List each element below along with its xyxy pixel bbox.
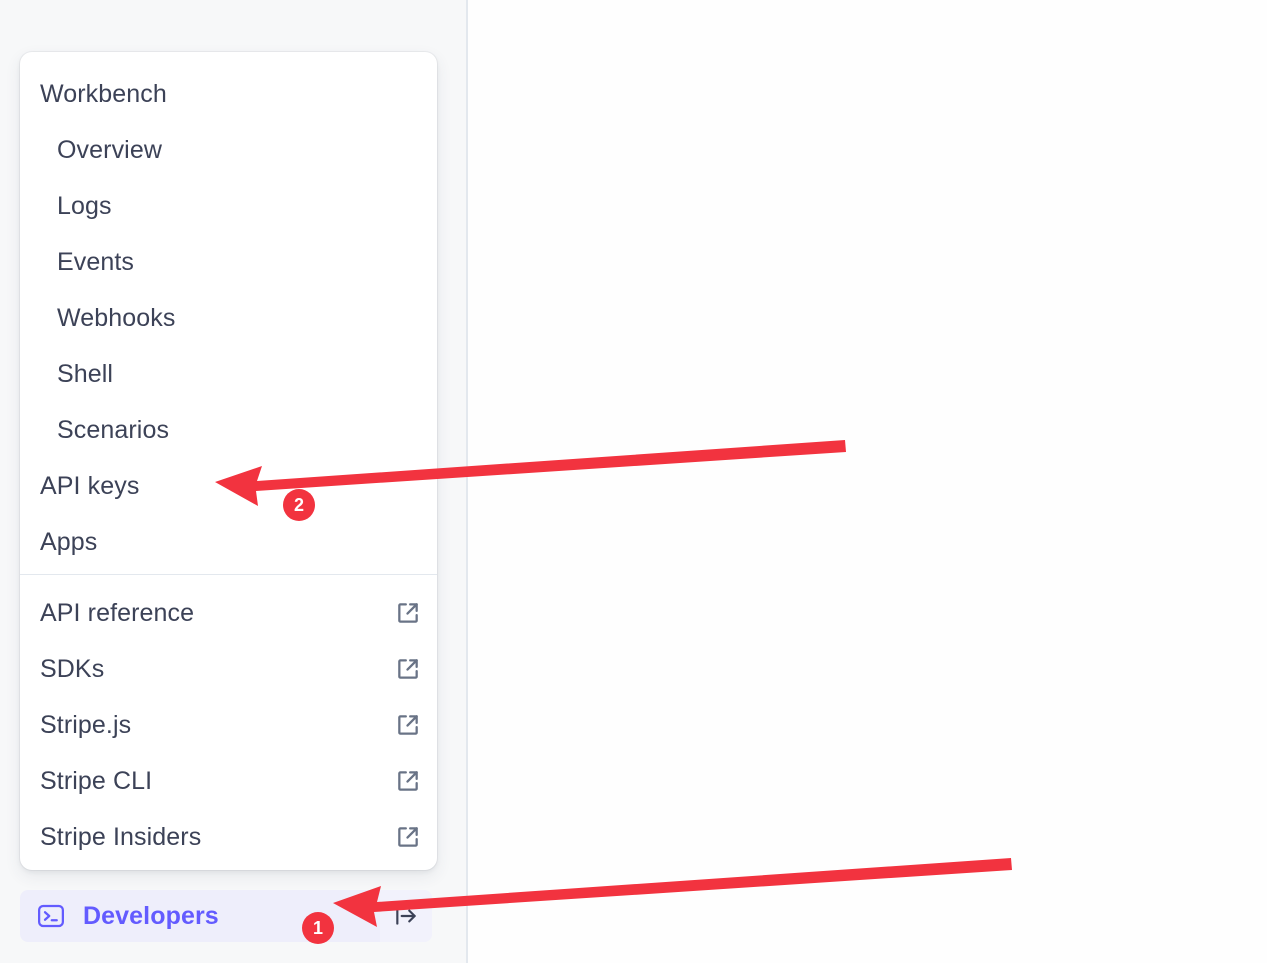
menu-item-label: Stripe CLI	[40, 766, 153, 795]
menu-item-sdks[interactable]: SDKs	[20, 641, 437, 697]
menu-item-label: Events	[57, 247, 135, 276]
external-link-icon	[395, 768, 421, 794]
menu-item-label: Apps	[40, 527, 98, 556]
external-link-icon	[395, 600, 421, 626]
external-link-icon	[395, 656, 421, 682]
arrow-right-from-line-icon	[393, 903, 419, 929]
menu-item-events[interactable]: Events	[20, 234, 437, 290]
menu-item-api-keys[interactable]: API keys	[20, 458, 437, 514]
workbench-section: Workbench Overview Logs Events Webhooks …	[20, 52, 437, 570]
resources-section: API reference SDKs Stripe.js Stripe CLI …	[20, 575, 437, 865]
menu-item-shell[interactable]: Shell	[20, 346, 437, 402]
menu-item-label: Stripe Insiders	[40, 822, 202, 851]
collapse-panel-button[interactable]	[380, 890, 432, 942]
menu-item-overview[interactable]: Overview	[20, 122, 437, 178]
developers-flyout-panel: Workbench Overview Logs Events Webhooks …	[20, 52, 437, 870]
menu-item-stripe-js[interactable]: Stripe.js	[20, 697, 437, 753]
terminal-icon	[36, 901, 66, 931]
menu-item-stripe-insiders[interactable]: Stripe Insiders	[20, 809, 437, 865]
menu-item-label: Logs	[57, 191, 112, 220]
menu-item-logs[interactable]: Logs	[20, 178, 437, 234]
menu-item-webhooks[interactable]: Webhooks	[20, 290, 437, 346]
menu-item-api-reference[interactable]: API reference	[20, 585, 437, 641]
menu-item-label: API keys	[40, 471, 140, 500]
menu-item-label: API reference	[40, 598, 195, 627]
main-content-area	[468, 0, 1267, 963]
annotation-badge-2: 2	[283, 489, 315, 521]
annotation-badge-1: 1	[302, 912, 334, 944]
menu-item-workbench[interactable]: Workbench	[20, 66, 437, 122]
developers-label: Developers	[83, 901, 219, 930]
menu-item-scenarios[interactable]: Scenarios	[20, 402, 437, 458]
external-link-icon	[395, 824, 421, 850]
menu-item-stripe-cli[interactable]: Stripe CLI	[20, 753, 437, 809]
rail-divider	[466, 0, 468, 963]
menu-item-label: Overview	[57, 135, 162, 164]
menu-item-label: Shell	[57, 359, 114, 388]
menu-item-label: Stripe.js	[40, 710, 132, 739]
developers-nav-item[interactable]: Developers	[20, 890, 432, 942]
menu-item-label: Scenarios	[57, 415, 170, 444]
menu-item-label: Workbench	[40, 79, 167, 108]
menu-item-apps[interactable]: Apps	[20, 514, 437, 570]
menu-item-label: Webhooks	[57, 303, 176, 332]
external-link-icon	[395, 712, 421, 738]
menu-item-label: SDKs	[40, 654, 105, 683]
